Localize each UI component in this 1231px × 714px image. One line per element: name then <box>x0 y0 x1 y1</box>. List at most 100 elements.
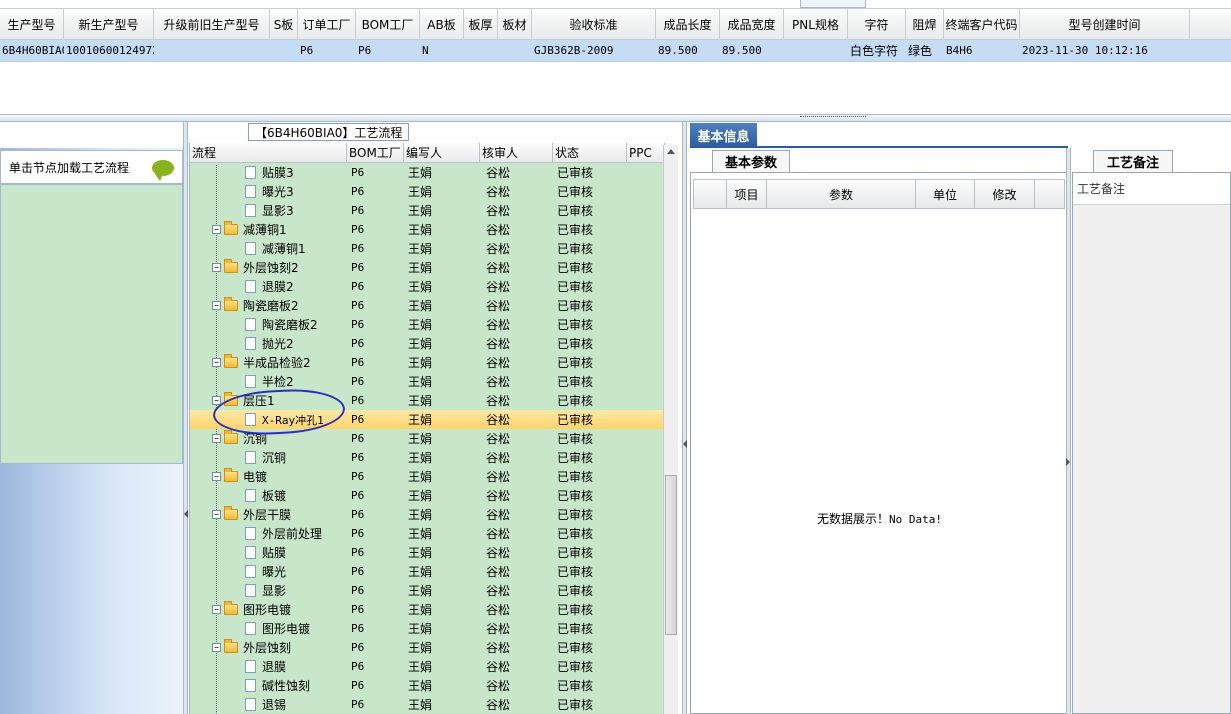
grid-cell-16[interactable]: 2023-11-30 10:12:16 <box>1020 40 1190 61</box>
tree-row[interactable]: 陶瓷磨板2 P6 王娟 谷松 已审核 <box>190 315 678 334</box>
grid-col-12[interactable]: PNL规格 <box>784 9 848 39</box>
collapse-icon[interactable]: − <box>212 225 221 234</box>
tree-row[interactable]: 显影3 P6 王娟 谷松 已审核 <box>190 201 678 220</box>
tree-node[interactable]: 退膜 <box>190 657 347 676</box>
tree-node[interactable]: 沉铜 <box>190 448 347 467</box>
horizontal-splitter[interactable] <box>0 114 1231 122</box>
tree-row[interactable]: 显影 P6 王娟 谷松 已审核 <box>190 581 678 600</box>
grid-cell-6[interactable]: N <box>420 40 464 61</box>
collapse-middle-arrow-icon[interactable] <box>683 440 687 448</box>
tree-row[interactable]: − 陶瓷磨板2 P6 王娟 谷松 已审核 <box>190 296 678 315</box>
tree-row[interactable]: − 外层干膜 P6 王娟 谷松 已审核 <box>190 505 678 524</box>
tree-node[interactable]: − 外层蚀刻2 <box>190 258 347 277</box>
tree-row[interactable]: 退锡 P6 王娟 谷松 已审核 <box>190 695 678 714</box>
col-item[interactable]: 项目 <box>727 180 767 208</box>
tree-row[interactable]: 曝光 P6 王娟 谷松 已审核 <box>190 562 678 581</box>
grid-row[interactable]: 6B4H60BIA0 10010600124972 P6 P6 N GJB362B-200… <box>0 40 1231 62</box>
tree-node[interactable]: 半检2 <box>190 372 347 391</box>
tree-row[interactable]: − 减薄铜1 P6 王娟 谷松 已审核 <box>190 220 678 239</box>
tree-row[interactable]: 沉铜 P6 王娟 谷松 已审核 <box>190 448 678 467</box>
tree-row[interactable]: 抛光2 P6 王娟 谷松 已审核 <box>190 334 678 353</box>
tab-process-notes[interactable]: 工艺备注 <box>1093 150 1173 172</box>
grid-col-10[interactable]: 成品长度 <box>656 9 720 39</box>
grid-cell-15[interactable]: B4H6 <box>944 40 1020 61</box>
tree-node[interactable]: 外层前处理 <box>190 524 347 543</box>
col-writer[interactable]: 编写人 <box>404 143 480 162</box>
scrollbar-thumb[interactable] <box>665 475 677 635</box>
tree-node[interactable]: 陶瓷磨板2 <box>190 315 347 334</box>
collapse-icon[interactable]: − <box>212 434 221 443</box>
col-reviewer[interactable]: 核审人 <box>480 143 553 162</box>
tree-node[interactable]: − 外层干膜 <box>190 505 347 524</box>
grid-col-4[interactable]: 订单工厂 <box>298 9 356 39</box>
tree-node[interactable]: − 图形电镀 <box>190 600 347 619</box>
collapse-right-arrow-icon[interactable] <box>1066 458 1070 466</box>
right-splitter[interactable] <box>1066 148 1071 714</box>
tree-node[interactable]: 曝光 <box>190 562 347 581</box>
col-param[interactable]: 参数 <box>767 180 916 208</box>
grid-cell-7[interactable] <box>464 40 498 61</box>
grid-cell-2[interactable] <box>154 40 270 61</box>
tree-row[interactable]: 贴膜 P6 王娟 谷松 已审核 <box>190 543 678 562</box>
left-splitter[interactable] <box>183 122 188 714</box>
collapse-icon[interactable]: − <box>212 472 221 481</box>
tree-row[interactable]: 碱性蚀刻 P6 王娟 谷松 已审核 <box>190 676 678 695</box>
collapse-icon[interactable]: − <box>212 263 221 272</box>
col-status[interactable]: 状态 <box>553 143 627 162</box>
grid-cell-14[interactable]: 绿色 <box>906 40 944 61</box>
tree-node[interactable]: 贴膜 <box>190 543 347 562</box>
grid-cell-11[interactable]: 89.500 <box>720 40 784 61</box>
tree-node[interactable]: − 外层蚀刻 <box>190 638 347 657</box>
grid-col-11[interactable]: 成品宽度 <box>720 9 784 39</box>
tree-node[interactable]: − 减薄铜1 <box>190 220 347 239</box>
grid-cell-13[interactable]: 白色字符 <box>848 40 906 61</box>
grid-col-5[interactable]: BOM工厂 <box>356 9 420 39</box>
tab-basic-info[interactable]: 基本信息 <box>690 123 757 147</box>
grid-cell-0[interactable]: 6B4H60BIA0 <box>0 40 64 61</box>
tree-node[interactable]: 贴膜3 <box>190 163 347 182</box>
grid-col-9[interactable]: 验收标准 <box>532 9 656 39</box>
tree-node[interactable]: − 电镀 <box>190 467 347 486</box>
tree-row[interactable]: 曝光3 P6 王娟 谷松 已审核 <box>190 182 678 201</box>
grid-col-13[interactable]: 字符 <box>848 9 906 39</box>
tree-node[interactable]: 碱性蚀刻 <box>190 676 347 695</box>
col-flow[interactable]: 流程 <box>190 143 347 162</box>
tree-node[interactable]: − 半成品检验2 <box>190 353 347 372</box>
col-unit[interactable]: 单位 <box>916 180 975 208</box>
collapse-icon[interactable]: − <box>212 510 221 519</box>
col-bom-factory[interactable]: BOM工厂 <box>347 143 404 162</box>
collapse-icon[interactable]: − <box>212 605 221 614</box>
notes-header[interactable]: 工艺备注 <box>1073 173 1230 205</box>
tree-row[interactable]: 贴膜3 P6 王娟 谷松 已审核 <box>190 163 678 182</box>
grid-col-8[interactable]: 板材 <box>498 9 532 39</box>
collapse-icon[interactable]: − <box>212 643 221 652</box>
grid-col-1[interactable]: 新生产型号 <box>64 9 154 39</box>
grid-cell-8[interactable] <box>498 40 532 61</box>
collapse-left-arrow-icon[interactable] <box>184 510 188 518</box>
tree-node[interactable]: 退锡 <box>190 695 347 714</box>
grid-col-0[interactable]: 生产型号 <box>0 9 64 39</box>
col-modify[interactable]: 修改 <box>975 180 1035 208</box>
grid-cell-1[interactable]: 10010600124972 <box>64 40 154 61</box>
grid-col-7[interactable]: 板厚 <box>464 9 498 39</box>
tree-row[interactable]: 图形电镀 P6 王娟 谷松 已审核 <box>190 619 678 638</box>
grid-cell-4[interactable]: P6 <box>298 40 356 61</box>
grid-cell-3[interactable] <box>270 40 298 61</box>
tree-node[interactable]: 图形电镀 <box>190 619 347 638</box>
tree-row[interactable]: 退膜 P6 王娟 谷松 已审核 <box>190 657 678 676</box>
grid-col-16[interactable]: 型号创建时间 <box>1020 9 1190 39</box>
grid-cell-5[interactable]: P6 <box>356 40 420 61</box>
tree-row[interactable]: 退膜2 P6 王娟 谷松 已审核 <box>190 277 678 296</box>
tree-node[interactable]: 退膜2 <box>190 277 347 296</box>
scroll-up-arrow-icon[interactable] <box>667 149 675 154</box>
grid-cell-12[interactable] <box>784 40 848 61</box>
tree-row[interactable]: 半检2 P6 王娟 谷松 已审核 <box>190 372 678 391</box>
grid-col-15[interactable]: 终端客户代码 <box>944 9 1020 39</box>
tree-node[interactable]: 抛光2 <box>190 334 347 353</box>
tree-node[interactable]: 减薄铜1 <box>190 239 347 258</box>
collapse-icon[interactable]: − <box>212 301 221 310</box>
tree-node[interactable]: 板镀 <box>190 486 347 505</box>
load-flow-hint[interactable]: 单击节点加载工艺流程 <box>0 150 183 184</box>
tree-node[interactable]: 显影3 <box>190 201 347 220</box>
tree-row[interactable]: 减薄铜1 P6 王娟 谷松 已审核 <box>190 239 678 258</box>
